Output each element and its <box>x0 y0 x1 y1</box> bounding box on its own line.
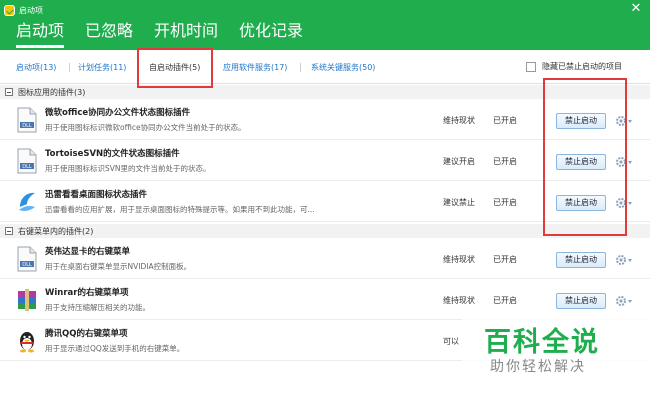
list-item: DLL TortoiseSVN的文件状态图标插件 用于使用图标标识SVN里的文件… <box>0 141 650 181</box>
subtab-divider <box>69 63 70 72</box>
sub-tab-bar: 启动项(13) 计划任务(11) 自启动插件(5) 应用软件服务(17) 系统关… <box>0 50 650 84</box>
xunlei-icon <box>19 192 35 211</box>
list-item: DLL 微软office协同办公文件状态图标插件 用于使用图标标识微软offic… <box>0 100 650 140</box>
disable-startup-button[interactable]: 禁止启动 <box>556 195 606 211</box>
disable-startup-button[interactable]: 禁止启动 <box>556 252 606 268</box>
plugin-status: 已开启 <box>493 255 517 264</box>
subtab-app-services[interactable]: 应用软件服务(17) <box>223 62 287 73</box>
watermark: 百科全说 助你轻松解决 <box>462 318 650 380</box>
app-logo-icon <box>4 4 15 16</box>
plugin-advice: 建议禁止 <box>443 198 475 207</box>
tab-ignored[interactable]: 已忽略 <box>85 20 133 48</box>
plugin-description: 用于使用图标标识SVN里的文件当前处于的状态。 <box>45 164 211 173</box>
plugin-name: Winrar的右键菜单项 <box>45 288 129 298</box>
header-bar: 启动项 ✕ 启动项 已忽略 开机时间 优化记录 <box>0 0 650 50</box>
plugin-advice: 维持现状 <box>443 116 475 125</box>
hide-disabled-checkbox[interactable] <box>526 61 536 72</box>
group-title: 图标应用的插件(3) <box>18 87 86 97</box>
main-tabs: 启动项 已忽略 开机时间 优化记录 <box>16 20 324 48</box>
list-item: Winrar的右键菜单项 用于支持压缩解压相关的功能。 维持现状 已开启 禁止启… <box>0 280 650 320</box>
group-header-icon-plugins: 图标应用的插件(3) <box>0 85 650 99</box>
watermark-subtitle: 助你轻松解决 <box>490 359 586 375</box>
plugin-advice: 可以 <box>443 337 459 346</box>
subtab-divider <box>300 63 301 72</box>
hide-disabled-label: 隐藏已禁止启动的项目 <box>542 62 622 71</box>
dll-file-icon: DLL <box>17 107 37 133</box>
window-title: 启动项 <box>19 5 43 15</box>
plugin-description: 用于支持压缩解压相关的功能。 <box>45 303 150 312</box>
disable-startup-button[interactable]: 禁止启动 <box>556 293 606 309</box>
subtab-scheduled-tasks[interactable]: 计划任务(11) <box>78 62 126 73</box>
gear-dropdown-icon[interactable] <box>615 114 633 128</box>
subtab-autostart-plugins[interactable]: 自启动插件(5) <box>149 62 200 73</box>
group-title: 右键菜单内的插件(2) <box>18 226 94 236</box>
hide-disabled-option[interactable]: 隐藏已禁止启动的项目 <box>526 61 622 72</box>
plugin-advice: 维持现状 <box>443 296 475 305</box>
dll-file-icon: DLL <box>17 148 37 174</box>
plugin-description: 用于使用图标标识微软office协同办公文件当前处于的状态。 <box>45 123 246 132</box>
gear-dropdown-icon[interactable] <box>615 294 633 308</box>
qq-penguin-icon <box>20 332 34 353</box>
title-bar: 启动项 <box>4 3 43 17</box>
plugin-status: 已开启 <box>493 157 517 166</box>
collapse-toggle[interactable] <box>5 227 13 235</box>
plugin-name: 迅雷看看桌面图标状态插件 <box>45 190 148 200</box>
subtab-startup[interactable]: 启动项(13) <box>16 62 56 73</box>
plugin-advice: 维持现状 <box>443 255 475 264</box>
tab-optimize-log[interactable]: 优化记录 <box>239 20 303 48</box>
gear-dropdown-icon[interactable] <box>615 196 633 210</box>
dll-file-icon: DLL <box>17 246 37 272</box>
plugin-name: 腾讯QQ的右键菜单项 <box>45 329 128 339</box>
disable-startup-button[interactable]: 禁止启动 <box>556 113 606 129</box>
gear-dropdown-icon[interactable] <box>615 253 633 267</box>
plugin-status: 已开启 <box>493 198 517 207</box>
tab-startup-items[interactable]: 启动项 <box>16 20 65 48</box>
tab-boot-time[interactable]: 开机时间 <box>154 20 218 48</box>
svg-text:DLL: DLL <box>22 164 32 170</box>
list-item: 迅雷看看桌面图标状态插件 迅雷看看的应用扩展，用于显示桌面图标的特殊提示等。如果… <box>0 182 650 222</box>
watermark-title: 百科全说 <box>484 327 600 358</box>
gear-dropdown-icon[interactable] <box>615 155 633 169</box>
collapse-toggle[interactable] <box>5 88 13 96</box>
group-header-context-menu-plugins: 右键菜单内的插件(2) <box>0 224 650 238</box>
subtab-system-services[interactable]: 系统关键服务(50) <box>311 62 375 73</box>
plugin-description: 用于在桌面右键菜单显示NVIDIA控制面板。 <box>45 262 192 271</box>
close-button[interactable]: ✕ <box>629 2 643 16</box>
plugin-name: 微软office协同办公文件状态图标插件 <box>45 108 191 118</box>
plugin-description: 迅雷看看的应用扩展，用于显示桌面图标的特殊提示等。如果用不到此功能，可... <box>45 205 315 214</box>
plugin-description: 用于显示通过QQ发送到手机的右键菜单。 <box>45 344 185 353</box>
winrar-icon <box>18 289 36 311</box>
plugin-status: 已开启 <box>493 296 517 305</box>
plugin-name: TortoiseSVN的文件状态图标插件 <box>45 149 180 159</box>
list-item: DLL 英伟达显卡的右键菜单 用于在桌面右键菜单显示NVIDIA控制面板。 维持… <box>0 239 650 279</box>
svg-text:DLL: DLL <box>22 262 32 268</box>
plugin-status: 已开启 <box>493 116 517 125</box>
plugin-advice: 建议开启 <box>443 157 475 166</box>
svg-text:DLL: DLL <box>22 123 32 129</box>
plugin-name: 英伟达显卡的右键菜单 <box>45 247 131 257</box>
disable-startup-button[interactable]: 禁止启动 <box>556 154 606 170</box>
